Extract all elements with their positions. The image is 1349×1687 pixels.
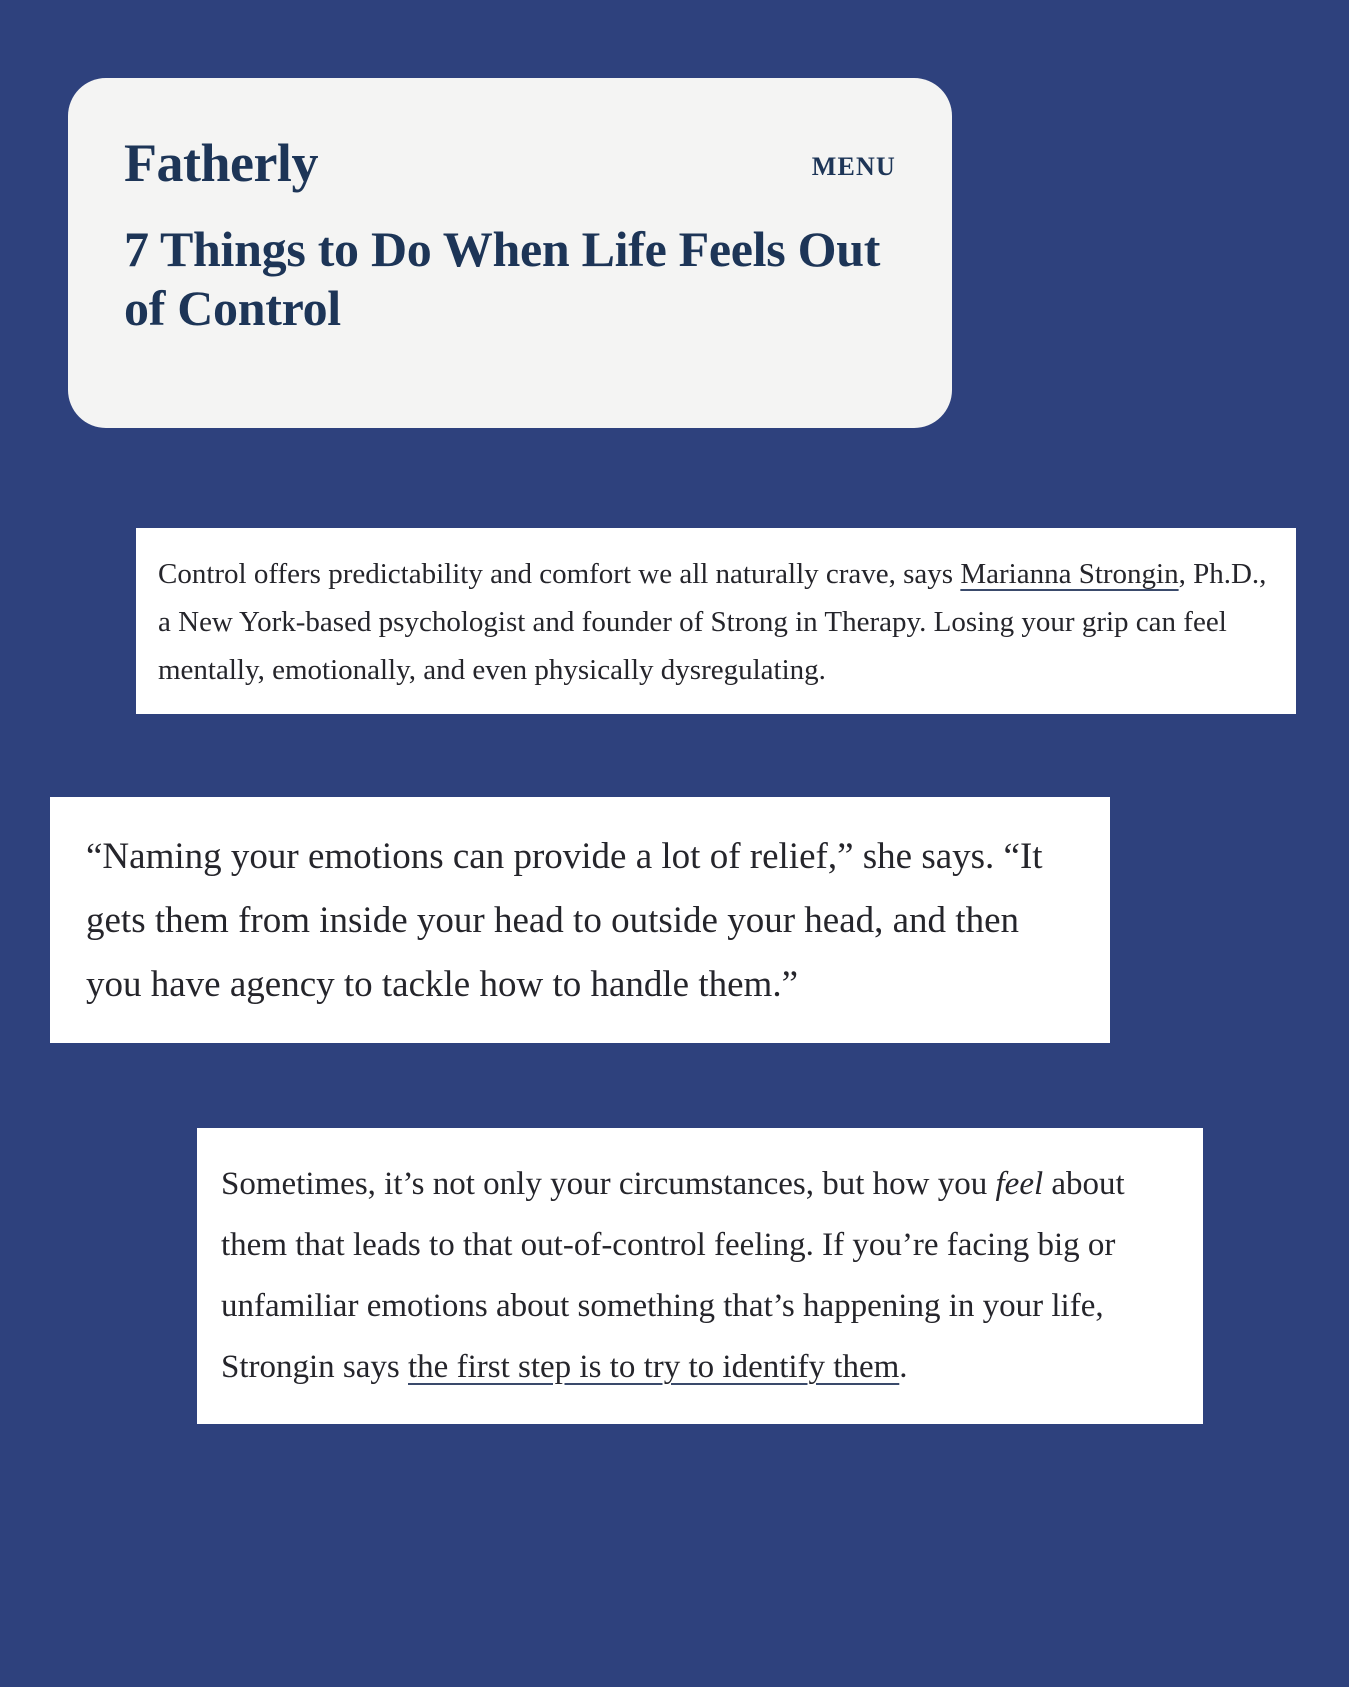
closing-paragraph: Sometimes, it’s not only your circumstan… [221,1154,1179,1398]
site-header-card: Fatherly MENU 7 Things to Do When Life F… [68,78,952,428]
closing-text-part-one: Sometimes, it’s not only your circumstan… [221,1166,996,1202]
pullquote-text: “Naming your emotions can provide a lot … [86,836,1043,1005]
pullquote-block: “Naming your emotions can provide a lot … [50,797,1110,1043]
intro-paragraph: Control offers predictability and comfor… [158,550,1272,694]
intro-lead-text: Control offers predictability and comfor… [158,558,961,590]
first-step-identify-link[interactable]: the first step is to try to identify the… [408,1349,899,1385]
closing-text-part-three: . [899,1349,908,1385]
emphasis-feel: feel [995,1166,1044,1202]
fatherly-logo[interactable]: Fatherly [124,136,318,190]
menu-button[interactable]: MENU [812,152,896,182]
page-title: 7 Things to Do When Life Feels Out of Co… [124,221,881,336]
closing-paragraph-block: Sometimes, it’s not only your circumstan… [197,1128,1203,1424]
intro-paragraph-block: Control offers predictability and comfor… [136,528,1296,714]
header-brand-row: Fatherly MENU [124,136,896,200]
marianna-strongin-link[interactable]: Marianna Strongin [960,558,1178,590]
